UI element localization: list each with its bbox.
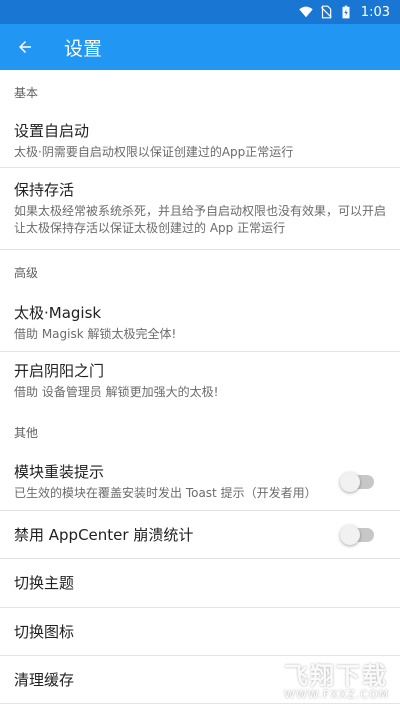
pref-title: 保持存活 [14,181,75,199]
pref-summary: 太极·阴需要自启动权限以保证创建过的App正常运行 [14,144,294,159]
pref-theme[interactable]: 切换主题 [0,559,400,608]
settings-screen: 1:03 设置 基本 设置自启动 太极·阴需要自启动权限以保证创建过的App正常… [0,0,400,710]
pref-title: 模块重装提示 [14,463,105,481]
pref-magisk[interactable]: 太极·Magisk 借助 Magisk 解锁太极完全体! [0,294,400,352]
pref-appcenter[interactable]: 禁用 AppCenter 崩溃统计 [0,511,400,559]
back-button[interactable] [0,24,50,70]
pref-title: 切换图标 [14,622,75,641]
pref-icon[interactable]: 切换图标 [0,608,400,656]
reinstall-tip-switch[interactable] [340,472,374,492]
pref-summary: 借助 设备管理员 解锁更加强大的太极! [14,385,219,399]
pref-title: 切换主题 [14,574,75,592]
settings-list: 基本 设置自启动 太极·阴需要自启动权限以保证创建过的App正常运行 保持存活 … [0,70,400,704]
page-title: 设置 [64,37,103,60]
pref-cache[interactable]: 清理缓存 [0,656,400,704]
pref-reinstall-tip[interactable]: 模块重装提示 已生效的模块在覆盖安装时发出 Toast 提示（开发者用） [0,454,400,511]
switch-thumb [340,524,360,545]
pref-title: 清理缓存 [14,670,75,689]
status-bar: 1:03 [0,0,400,24]
pref-summary: 借助 Magisk 解锁太极完全体! [14,326,177,341]
battery-icon [342,5,350,19]
pref-summary: 已生效的模块在覆盖安装时发出 Toast 提示（开发者用） [14,486,317,500]
wifi-icon [299,6,313,18]
pref-title: 设置自启动 [14,121,90,140]
pref-summary: 如果太极经常被系统杀死，并且给予自启动权限也没有效果，可以开启让太极保持存活以保… [14,204,387,235]
no-sim-icon [320,5,332,19]
section-header-other: 其他 [14,426,39,440]
app-toolbar: 设置 [0,24,400,70]
section-header-basic: 基本 [14,86,39,100]
pref-yinyang[interactable]: 开启阴阳之门 借助 设备管理员 解锁更加强大的太极! [0,352,400,410]
status-time: 1:03 [360,4,390,20]
arrow-back-icon [19,41,31,53]
pref-title: 禁用 AppCenter 崩溃统计 [14,525,194,544]
switch-thumb [340,472,360,492]
pref-keep-alive[interactable]: 保持存活 如果太极经常被系统杀死，并且给予自启动权限也没有效果，可以开启让太极保… [0,168,400,250]
appcenter-switch[interactable] [340,524,374,545]
pref-auto-start[interactable]: 设置自启动 太极·阴需要自启动权限以保证创建过的App正常运行 [0,114,400,168]
pref-title: 太极·Magisk [14,303,102,322]
section-header-advanced: 高级 [14,266,39,280]
pref-title: 开启阴阳之门 [14,362,105,380]
